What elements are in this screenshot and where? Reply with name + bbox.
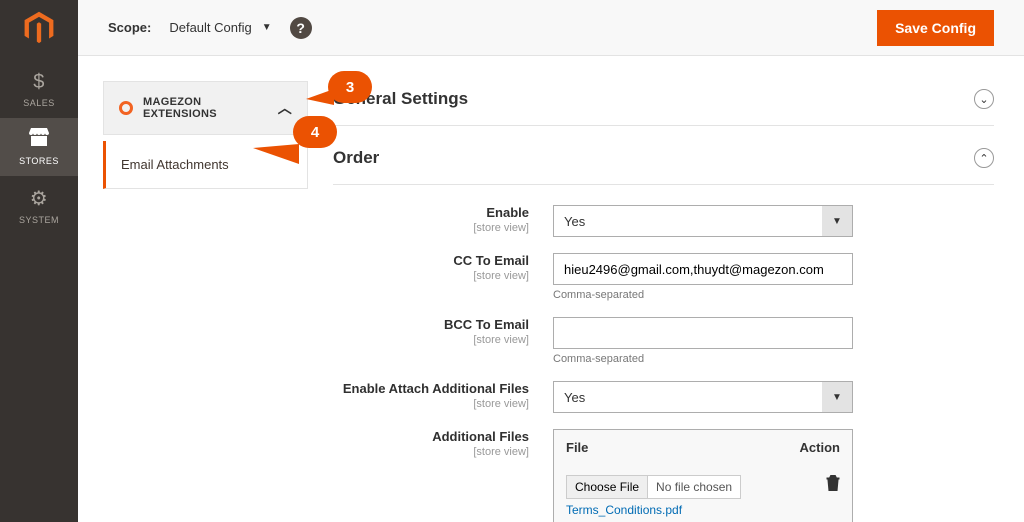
callout-tail [253, 144, 299, 164]
file-status: No file chosen [648, 476, 740, 498]
chevron-down-icon: ⌄ [974, 89, 994, 109]
col-action-header: Action [800, 440, 840, 455]
scope-hint: [store view] [333, 270, 529, 282]
field-enable-attach: Enable Attach Additional Files [store vi… [333, 381, 994, 413]
field-label: Enable [333, 205, 529, 220]
select-value: Yes [564, 390, 585, 405]
admin-sidebar: $ SALES STORES ⚙ SYSTEM [0, 0, 78, 522]
field-bcc-email: BCC To Email [store view] Comma-separate… [333, 317, 994, 365]
field-label: Additional Files [333, 429, 529, 444]
accordion-magezon-extensions[interactable]: MAGEZON EXTENSIONS ︿ [103, 81, 308, 135]
scope-value: Default Config [169, 20, 251, 35]
field-hint: Comma-separated [553, 289, 853, 301]
files-table: File Action Choose File No file chosen T… [553, 429, 853, 522]
callout-3: 3 [328, 71, 372, 103]
bcc-email-input[interactable] [553, 317, 853, 349]
magento-logo [21, 10, 57, 46]
scope-hint: [store view] [333, 222, 529, 234]
section-title: Order [333, 148, 379, 168]
choose-file-button[interactable]: Choose File [567, 476, 648, 498]
attach-select[interactable]: Yes ▼ [553, 381, 853, 413]
nav-label: STORES [19, 156, 59, 166]
scope-hint: [store view] [333, 334, 529, 346]
dollar-icon: $ [33, 71, 45, 94]
gear-icon: ⚙ [30, 186, 48, 211]
caret-down-icon: ▼ [822, 382, 852, 412]
callout-4: 4 [293, 116, 337, 148]
field-enable: Enable [store view] Yes ▼ [333, 205, 994, 237]
caret-down-icon: ▼ [822, 206, 852, 236]
scope-selector[interactable]: Default Config ▼ [169, 20, 271, 35]
nav-label: SALES [23, 98, 55, 108]
enable-select[interactable]: Yes ▼ [553, 205, 853, 237]
select-value: Yes [564, 214, 585, 229]
trash-icon[interactable] [826, 478, 840, 495]
chevron-up-icon: ⌃ [974, 148, 994, 168]
section-general-settings[interactable]: General Settings ⌄ [333, 81, 994, 126]
save-config-button[interactable]: Save Config [877, 10, 994, 46]
cc-email-input[interactable] [553, 253, 853, 285]
existing-file-link[interactable]: Terms_Conditions.pdf [566, 503, 826, 517]
field-label: Enable Attach Additional Files [333, 381, 529, 396]
scope-hint: [store view] [333, 398, 529, 410]
col-file-header: File [566, 440, 800, 455]
field-label: CC To Email [333, 253, 529, 268]
scope-label: Scope: [108, 20, 151, 35]
accordion-label: MAGEZON EXTENSIONS [143, 96, 278, 120]
chevron-up-icon: ︿ [278, 98, 292, 118]
content-area: MAGEZON EXTENSIONS ︿ Email Attachments 3… [78, 56, 1024, 522]
field-cc-email: CC To Email [store view] Comma-separated [333, 253, 994, 301]
file-input[interactable]: Choose File No file chosen [566, 475, 741, 499]
nav-sales[interactable]: $ SALES [0, 61, 78, 118]
nav-stores[interactable]: STORES [0, 118, 78, 176]
store-icon [29, 128, 49, 152]
caret-down-icon: ▼ [262, 22, 272, 33]
config-form: General Settings ⌄ Order ⌃ Enable [store… [308, 81, 994, 522]
field-hint: Comma-separated [553, 353, 853, 365]
section-order-body: Enable [store view] Yes ▼ CC To Email [s… [333, 185, 994, 522]
topbar: Scope: Default Config ▼ ? Save Config [78, 0, 1024, 56]
help-icon[interactable]: ? [290, 17, 312, 39]
nav-system[interactable]: ⚙ SYSTEM [0, 176, 78, 235]
file-row: Choose File No file chosen Terms_Conditi… [554, 465, 852, 522]
field-additional-files: Additional Files [store view] File Actio… [333, 429, 994, 522]
scope-hint: [store view] [333, 446, 529, 458]
nav-label: SYSTEM [19, 215, 59, 225]
field-label: BCC To Email [333, 317, 529, 332]
section-order[interactable]: Order ⌃ [333, 140, 994, 185]
ring-icon [119, 101, 133, 115]
config-tabs-panel: MAGEZON EXTENSIONS ︿ Email Attachments 3… [103, 81, 308, 522]
